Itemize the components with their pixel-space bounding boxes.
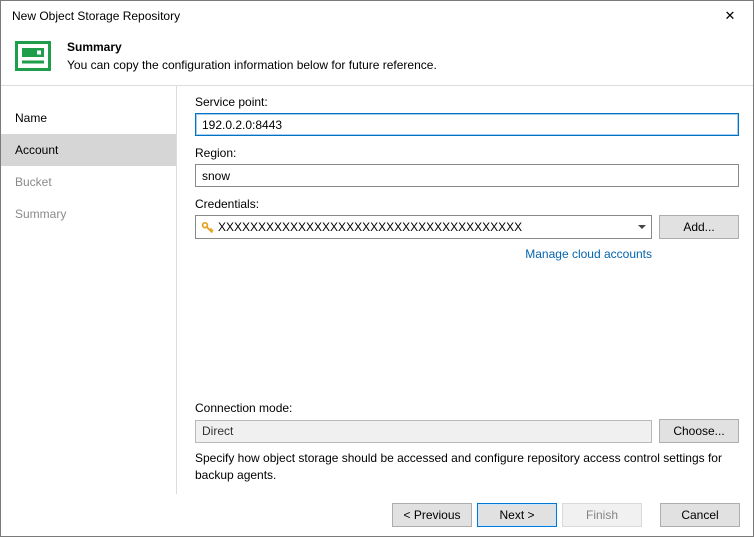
- connection-mode-input: [195, 419, 652, 443]
- service-point-input[interactable]: [195, 113, 739, 136]
- next-button[interactable]: Next >: [477, 503, 557, 527]
- region-label: Region:: [195, 146, 237, 160]
- wizard-header-text: Summary You can copy the configuration i…: [67, 36, 437, 72]
- wizard-content: Service point: Region: Credentials:: [177, 86, 753, 494]
- credentials-group: Credentials: XXXXXXXXXXXXXXXXXXXXXXXXXXX…: [195, 197, 739, 261]
- step-title: Summary: [67, 40, 122, 54]
- key-icon: [201, 221, 214, 234]
- sidebar-item-name[interactable]: Name: [1, 102, 176, 134]
- credentials-combobox[interactable]: XXXXXXXXXXXXXXXXXXXXXXXXXXXXXXXXXXXXXX: [195, 215, 652, 239]
- choose-connection-mode-button[interactable]: Choose...: [659, 419, 739, 443]
- add-credentials-button[interactable]: Add...: [659, 215, 739, 239]
- service-point-label: Service point:: [195, 95, 268, 109]
- region-group: Region:: [195, 146, 739, 187]
- sidebar-item-summary[interactable]: Summary: [1, 198, 176, 230]
- chevron-down-icon[interactable]: [632, 216, 651, 238]
- wizard-steps-sidebar: Name Account Bucket Summary: [1, 86, 177, 494]
- previous-button[interactable]: < Previous: [392, 503, 472, 527]
- object-storage-repository-icon: [13, 36, 53, 76]
- credentials-value: XXXXXXXXXXXXXXXXXXXXXXXXXXXXXXXXXXXXXX: [218, 220, 523, 234]
- connection-mode-group: Connection mode: Choose... Specify how o…: [195, 401, 739, 484]
- connection-mode-label: Connection mode:: [195, 401, 293, 415]
- manage-cloud-accounts-link[interactable]: Manage cloud accounts: [525, 247, 652, 261]
- sidebar-item-bucket[interactable]: Bucket: [1, 166, 176, 198]
- wizard-header: Summary You can copy the configuration i…: [1, 31, 753, 85]
- close-button[interactable]: ✕: [707, 1, 753, 31]
- new-object-storage-repository-dialog: New Object Storage Repository ✕ Summary …: [0, 0, 754, 537]
- step-description: You can copy the configuration informati…: [67, 58, 437, 72]
- close-icon: ✕: [724, 8, 736, 23]
- credentials-label: Credentials:: [195, 197, 260, 211]
- finish-button: Finish: [562, 503, 642, 527]
- wizard-footer: < Previous Next > Finish Cancel: [1, 494, 753, 536]
- wizard-body: Name Account Bucket Summary Service poin…: [1, 85, 753, 494]
- connection-mode-help-text: Specify how object storage should be acc…: [195, 451, 722, 482]
- cancel-button[interactable]: Cancel: [660, 503, 740, 527]
- sidebar-item-account[interactable]: Account: [1, 134, 176, 166]
- window-title: New Object Storage Repository: [12, 9, 181, 23]
- region-input[interactable]: [195, 164, 739, 187]
- service-point-group: Service point:: [195, 95, 739, 136]
- title-bar: New Object Storage Repository ✕: [1, 1, 753, 31]
